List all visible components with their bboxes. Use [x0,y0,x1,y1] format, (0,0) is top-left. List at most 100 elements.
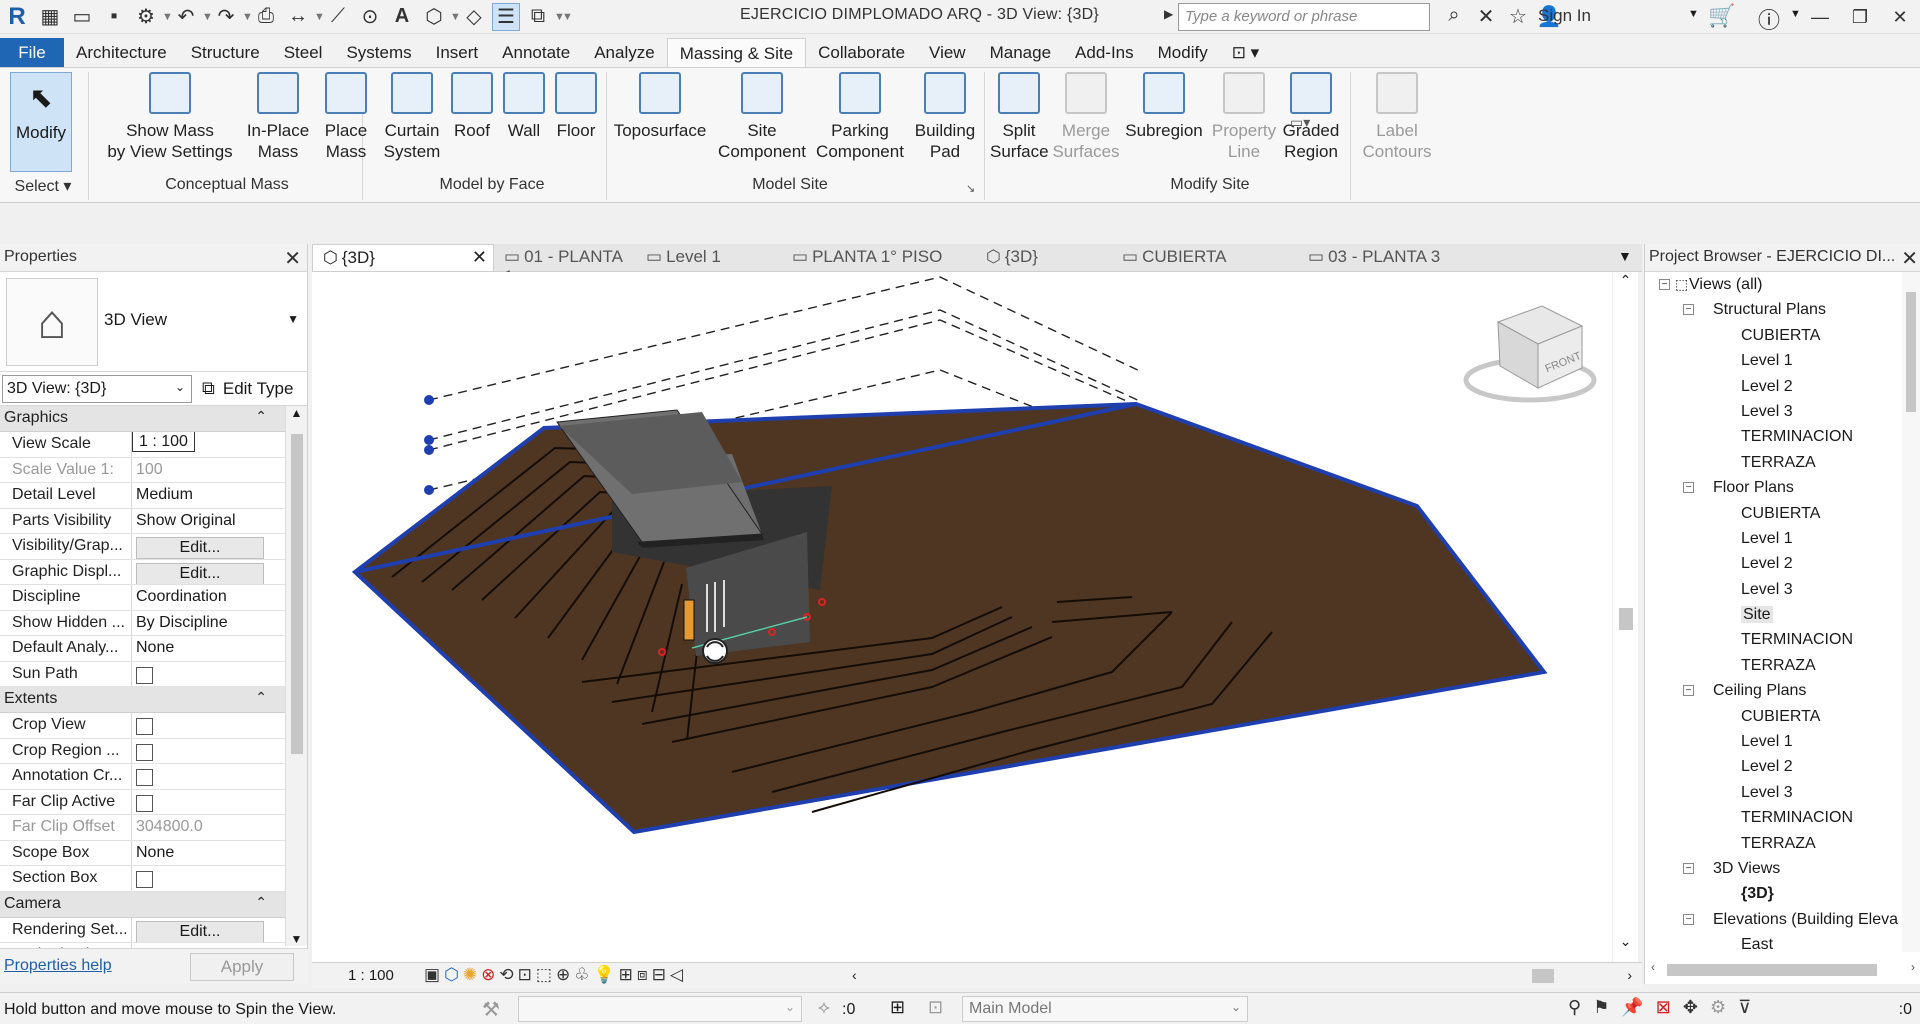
browser-item[interactable]: Level 1 [1645,526,1920,551]
view-horizontal-scrollbar[interactable]: ‹ › [852,967,1632,983]
subscription-icon[interactable]: ✕ [1470,4,1502,29]
view-vertical-scrollbar[interactable]: ⌃ ⌄ [1612,272,1638,964]
text-icon[interactable]: A [388,3,416,31]
apply-button[interactable]: Apply [190,953,294,981]
customize-qat-icon[interactable]: ▼ [562,11,573,23]
tab-list-dropdown-icon[interactable]: ▼ [1618,248,1632,264]
browser-hscroll[interactable]: ‹ › [1645,958,1920,980]
design-option-select[interactable]: Main Model ⌄ [962,996,1248,1022]
temp-hide-icon[interactable]: ♧ [574,965,589,985]
browser-item[interactable]: East [1645,932,1920,952]
checkbox[interactable] [136,871,153,888]
instance-filter-select[interactable]: 3D View: {3D} ⌄ [2,374,192,403]
checkbox[interactable] [136,769,153,786]
view-scale-input[interactable]: 1 : 100 [132,432,195,452]
collapse-toggle-icon[interactable]: − [1683,862,1694,874]
property-line-button[interactable]: Property Line [1206,72,1282,162]
curtain-system-button[interactable]: Curtain System [380,72,444,162]
type-selector[interactable]: ⌂ 3D View ▼ [0,272,307,372]
tab-annotate[interactable]: Annotate [490,38,582,67]
prop-value[interactable] [132,662,264,687]
checkbox[interactable] [136,666,153,684]
tab-steel[interactable]: Steel [272,38,335,67]
collapse-toggle-icon[interactable]: − [1683,685,1694,697]
browser-item[interactable]: Level 1 [1645,348,1920,373]
prop-value[interactable]: Edit... [132,560,264,584]
group-camera[interactable]: Camera ⌃ [0,891,307,918]
tab-add-ins[interactable]: Add-Ins [1063,38,1146,67]
browser-item[interactable]: − 3D Views [1645,856,1920,881]
site-component-button[interactable]: Site Component [712,72,812,162]
dropdown-arrow-icon[interactable]: ▼ [202,11,213,23]
prop-value[interactable] [132,739,264,764]
detail-level-icon[interactable]: ▣ [424,965,440,985]
exclude-options-icon[interactable]: ⊡ [928,997,943,1018]
browser-item[interactable]: Level 3 [1645,399,1920,424]
prop-value[interactable]: Edit... [132,918,264,942]
worksets-icon[interactable]: ⚒ [482,997,500,1022]
group-extents[interactable]: Extents ⌃ [0,687,307,713]
show-mass-by-view-settings-button[interactable]: Show Mass by View Settings [100,72,240,162]
browser-item[interactable]: TERMINACION [1645,424,1920,449]
prop-value[interactable] [132,713,264,738]
dialog-launcher-icon[interactable]: ↘ [966,182,975,195]
edit-button[interactable]: Edit... [136,537,264,559]
browser-item[interactable]: − Ceiling Plans [1645,678,1920,703]
show-crop-icon[interactable]: ⬚ [536,965,552,985]
prop-value[interactable] [132,790,264,815]
view-tab[interactable]: ▭ CUBIERTA [1112,244,1298,271]
close-icon[interactable]: ✕ [1880,0,1920,34]
browser-hscroll-thumb[interactable] [1667,964,1877,976]
save-icon[interactable]: ▪ [100,3,128,31]
browser-item[interactable]: − Elevations (Building Eleva [1645,907,1920,932]
checkbox[interactable] [136,743,153,761]
view-tab[interactable]: ▭01 - PLANTA 1 [494,244,636,286]
workset-select[interactable]: ⌄ [518,996,802,1022]
group-graphics[interactable]: Graphics ⌃ [0,406,307,432]
tab-insert[interactable]: Insert [424,38,491,67]
dropdown-arrow-icon[interactable]: ▼ [162,11,173,23]
browser-item[interactable]: CUBIERTA [1645,704,1920,729]
shadows-icon[interactable]: ⊗ [481,965,495,985]
expand-arrow-icon[interactable]: ▶ [1164,7,1173,21]
view-hscroll-thumb[interactable] [1532,969,1554,983]
browser-item[interactable]: CUBIERTA [1645,323,1920,348]
browser-item[interactable]: TERRAZA [1645,831,1920,856]
collapse-icon[interactable]: ⌃ [255,408,267,425]
place-mass-button[interactable]: Place Mass [314,72,378,162]
editable-only-icon[interactable]: ⟡ [818,997,830,1018]
switch-windows-icon[interactable]: ⧉ [524,3,552,31]
visual-style-icon[interactable]: ⬡ [444,965,459,985]
tab-modify[interactable]: Modify [1146,38,1220,67]
search-input[interactable]: Type a keyword or phrase [1178,3,1430,31]
prop-value[interactable]: Edit... [132,534,264,559]
scroll-down-icon[interactable]: ⌄ [1613,933,1638,950]
tab-view[interactable]: View [917,38,978,67]
toposurface[interactable] [351,401,1548,835]
view-tab[interactable]: ▭ PLANTA 1° PISO [782,244,976,271]
view-tab[interactable]: ⬡ {3D} [976,244,1112,271]
tab-structure[interactable]: Structure [179,38,272,67]
edit-type-button[interactable]: Edit Type [223,379,294,399]
browser-item[interactable]: {3D} [1645,881,1920,906]
undo-icon[interactable]: ↶ [172,3,200,31]
sync-icon[interactable]: ⚙ [132,3,160,31]
dropdown-arrow-icon[interactable]: ▼ [450,11,461,23]
viewcube[interactable]: FRONT [1463,305,1597,403]
prop-value[interactable]: 1 : 100 [132,432,264,457]
edit-button[interactable]: Edit... [136,562,264,584]
select-pinned-icon[interactable]: 📌 [1621,997,1643,1018]
dropdown-arrow-icon[interactable]: ▼ [242,11,253,23]
home-icon[interactable]: ▦ [36,3,64,31]
select-by-face-icon[interactable]: ⊠ [1656,997,1671,1018]
minimize-icon[interactable]: — [1800,0,1840,34]
prop-value[interactable] [132,866,264,891]
unlock-view-icon[interactable]: ⊕ [556,965,570,985]
scroll-down-icon[interactable]: ▼ [286,932,307,946]
prop-value[interactable] [132,764,264,789]
browser-scrollbar[interactable] [1902,272,1920,952]
browser-item[interactable]: − ⬚ Views (all) [1645,272,1920,297]
crop-view-icon[interactable]: ⊡ [518,965,532,985]
tab-systems[interactable]: Systems [334,38,423,67]
checkbox[interactable] [136,794,153,812]
